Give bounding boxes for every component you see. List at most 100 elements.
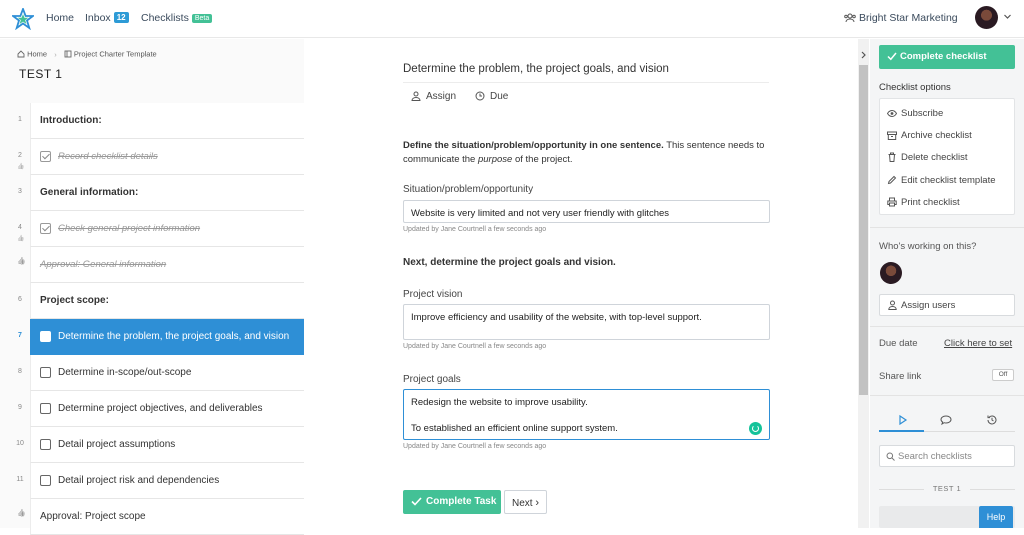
task-row[interactable]: 8 Determine in-scope/out-scope [0, 355, 304, 391]
next-task-button[interactable]: Next › [504, 490, 547, 514]
assign-users-button[interactable]: Assign users [879, 294, 1015, 316]
situation-input[interactable]: Website is very limited and not very use… [403, 200, 770, 223]
delete-label: Delete checklist [901, 152, 968, 163]
task-row[interactable]: 9 Determine project objectives, and deliv… [0, 391, 304, 427]
task-cell[interactable]: General information: [30, 175, 304, 211]
task-checkbox[interactable] [40, 367, 51, 378]
goals-textarea[interactable]: Redesign the website to improve usabilit… [403, 389, 770, 440]
task-row[interactable]: 11 Detail project risk and dependencies [0, 463, 304, 499]
task-row[interactable]: 7 Determine the problem, the project goal… [0, 319, 304, 355]
goals-section-heading: Next, determine the project goals and vi… [403, 257, 616, 268]
task-cell[interactable]: Check general project information [30, 211, 304, 247]
assignee-avatar[interactable] [880, 262, 902, 284]
subscribe-label: Subscribe [901, 108, 944, 119]
breadcrumb-home[interactable]: Home [27, 50, 47, 59]
inbox-count-badge: 12 [113, 12, 129, 23]
check-icon [411, 497, 422, 506]
chevron-down-icon[interactable] [1003, 12, 1012, 21]
task-row[interactable]: 2 👍 Record checklist details [0, 139, 304, 175]
task-number: 3 [18, 188, 22, 195]
nav-inbox[interactable]: Inbox 12 [85, 12, 129, 24]
working-on-heading: Who's working on this? [879, 241, 977, 252]
collapse-sidebar-icon[interactable] [858, 49, 869, 61]
play-icon[interactable] [895, 413, 911, 427]
task-checkbox[interactable] [40, 403, 51, 414]
history-icon[interactable] [984, 413, 1000, 427]
app-logo-icon[interactable] [12, 8, 34, 30]
print-option[interactable]: Print checklist [887, 197, 960, 208]
user-icon [888, 300, 897, 310]
task-cell[interactable]: Detail project risk and dependencies [30, 463, 304, 499]
vision-field-label: Project vision [403, 289, 463, 300]
task-checkbox[interactable] [40, 223, 51, 234]
task-cell[interactable]: Determine the problem, the project goals… [30, 319, 304, 355]
task-label: General information: [40, 187, 139, 198]
task-checkbox[interactable] [40, 151, 51, 162]
checklist-options-heading: Checklist options [879, 82, 951, 93]
goals-blank-line [411, 409, 762, 422]
task-row[interactable]: 4 👍 Check general project information [0, 211, 304, 247]
task-cell[interactable]: Introduction: [30, 103, 304, 139]
task-number: 10 [16, 440, 24, 447]
comment-icon[interactable] [938, 413, 954, 427]
check-icon [887, 52, 897, 61]
task-section-heading[interactable]: 6 Project scope: [0, 283, 304, 319]
edit-template-option[interactable]: Edit checklist template [887, 175, 996, 186]
set-due-date-link[interactable]: Click here to set [944, 338, 1012, 349]
vision-textarea[interactable]: Improve efficiency and usability of the … [403, 304, 770, 340]
user-avatar[interactable] [975, 6, 998, 29]
archive-option[interactable]: Archive checklist [887, 130, 972, 141]
search-checklists-input[interactable]: Search checklists [879, 445, 1015, 467]
nav-home[interactable]: Home [46, 12, 74, 24]
task-label: Introduction: [40, 115, 102, 126]
task-cell[interactable]: Approval: Project scope [30, 499, 304, 535]
nav-checklists[interactable]: Checklists Beta [141, 12, 213, 24]
task-label: Detail project assumptions [58, 439, 176, 450]
task-cell[interactable]: Determine project objectives, and delive… [30, 391, 304, 427]
top-navigation-bar: Home Inbox 12 Checklists Beta Bright Star … [0, 0, 1024, 38]
complete-checklist-button[interactable]: Complete checklist [879, 45, 1015, 69]
complete-task-button[interactable]: Complete Task [403, 490, 501, 514]
search-icon [886, 452, 895, 461]
organization-switcher[interactable]: Bright Star Marketing [844, 12, 958, 24]
search-placeholder: Search checklists [898, 451, 972, 462]
task-number: 1 [18, 116, 22, 123]
print-label: Print checklist [901, 197, 960, 208]
assign-label: Assign [426, 91, 457, 102]
due-date-label: Due date [879, 338, 918, 349]
task-checkbox[interactable] [40, 331, 51, 342]
grammarly-icon[interactable] [749, 422, 762, 435]
task-section-heading[interactable]: 3 General information: [0, 175, 304, 211]
scrollbar-thumb[interactable] [859, 65, 868, 395]
task-checkbox[interactable] [40, 475, 51, 486]
assign-button[interactable]: Assign [411, 91, 456, 102]
task-label: Approval: Project scope [40, 511, 146, 522]
task-cell[interactable]: Detail project assumptions [30, 427, 304, 463]
task-label: Approval: General information [40, 259, 167, 270]
task-cell[interactable]: Approval: General information [30, 247, 304, 283]
share-link-toggle[interactable]: Off [992, 369, 1014, 381]
task-checkbox[interactable] [40, 439, 51, 450]
subscribe-option[interactable]: Subscribe [887, 108, 943, 119]
thumb-icon: 👍 [17, 164, 25, 170]
edit-template-label: Edit checklist template [901, 175, 996, 186]
task-row[interactable]: 👍 Approval: Project scope [0, 499, 304, 535]
title-divider [403, 82, 769, 83]
goals-updated-note: Updated by Jane Courtnell a few seconds … [403, 443, 547, 450]
organization-name: Bright Star Marketing [859, 12, 958, 24]
help-button[interactable]: Help [979, 506, 1013, 528]
chevron-right-icon: › [535, 497, 540, 509]
due-button[interactable]: Due [475, 91, 508, 102]
task-section-heading[interactable]: 1 Introduction: [0, 103, 304, 139]
task-description: Define the situation/problem/opportunity… [403, 139, 773, 167]
home-icon [17, 50, 25, 58]
delete-option[interactable]: Delete checklist [887, 152, 968, 163]
task-row[interactable]: 👍 Approval: General information [0, 247, 304, 283]
breadcrumb-template[interactable]: Project Charter Template [74, 50, 157, 59]
task-cell[interactable]: Record checklist details [30, 139, 304, 175]
task-number: 4 [18, 224, 22, 231]
task-cell[interactable]: Project scope: [30, 283, 304, 319]
task-row[interactable]: 10 Detail project assumptions [0, 427, 304, 463]
task-cell[interactable]: Determine in-scope/out-scope [30, 355, 304, 391]
eye-icon [887, 109, 897, 118]
